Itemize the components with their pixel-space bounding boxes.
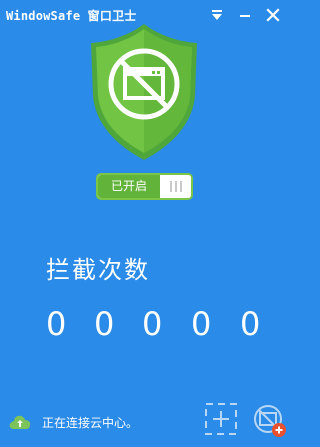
status-text: 正在连接云中心。: [42, 416, 139, 430]
menu-button[interactable]: [208, 6, 226, 24]
cloud-upload-icon: [9, 415, 31, 429]
counter-digit: 0: [191, 305, 212, 343]
counter-digit: 0: [94, 305, 115, 343]
add-window-button[interactable]: [204, 402, 238, 436]
toggle-on-label: 已开启: [98, 175, 160, 198]
counter-digit: 0: [142, 305, 163, 343]
blocked-windows-button[interactable]: [252, 403, 288, 439]
close-icon: [266, 8, 280, 22]
windowsafe-window: WindowSafe 窗口卫士 已开启 拦截次数 0 0 0 0 0 正在连接云…: [0, 0, 293, 447]
intercept-counter: 0 0 0 0 0: [46, 304, 266, 344]
counter-digit: 0: [240, 305, 261, 343]
knob-grip-line: [180, 181, 182, 192]
knob-grip-line: [175, 181, 177, 192]
knob-grip-line: [170, 181, 172, 192]
minimize-icon: [240, 15, 250, 17]
protection-toggle[interactable]: 已开启: [96, 173, 193, 200]
toggle-knob: [160, 175, 191, 198]
add-window-icon: [205, 403, 237, 435]
shield-icon: [88, 22, 200, 162]
counter-digit: 0: [46, 305, 67, 343]
blocked-window-settings-icon: [254, 405, 286, 437]
intercept-count-title: 拦截次数: [46, 256, 150, 284]
menu-icon: [212, 10, 222, 20]
close-button[interactable]: [264, 6, 282, 24]
minimize-button[interactable]: [236, 6, 254, 24]
